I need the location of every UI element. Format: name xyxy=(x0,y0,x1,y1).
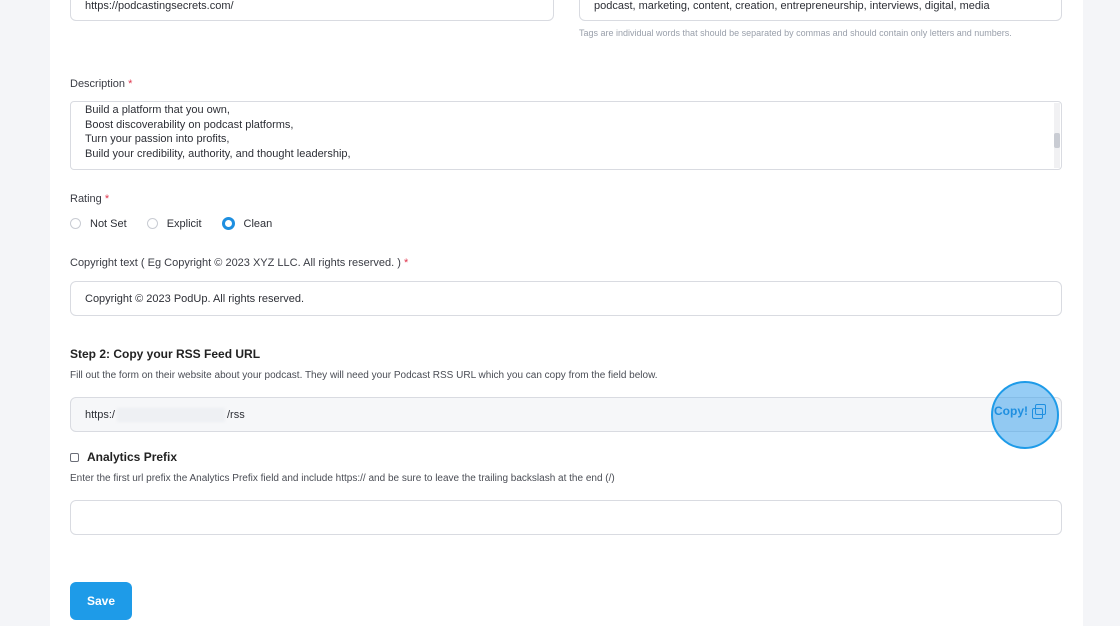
copy-icon xyxy=(1032,404,1046,419)
redacted-region xyxy=(116,407,225,422)
tags-hint: Tags are individual words that should be… xyxy=(579,28,1012,38)
website-url-value: https://podcastingsecrets.com/ xyxy=(85,0,234,12)
textarea-scrollbar[interactable] xyxy=(1054,103,1060,168)
required-mark: * xyxy=(403,257,409,269)
rating-label: Rating * xyxy=(70,193,109,205)
tags-input[interactable]: podcast, marketing, content, creation, e… xyxy=(579,0,1062,21)
analytics-checkbox[interactable] xyxy=(70,452,79,462)
analytics-prefix-toggle[interactable]: Analytics Prefix xyxy=(70,450,177,464)
description-label: Description * xyxy=(70,78,132,90)
radio-label: Not Set xyxy=(90,217,127,230)
radio-label: Clean xyxy=(243,217,273,230)
description-line: Turn your passion into profits, xyxy=(85,133,230,145)
description-label-text: Description xyxy=(70,78,126,90)
rating-radio-group: Not Set Explicit Clean xyxy=(70,217,292,230)
copyright-value: Copyright © 2023 PodUp. All rights reser… xyxy=(85,292,305,305)
rating-radio-not-set[interactable]: Not Set xyxy=(70,218,127,230)
analytics-prefix-input[interactable] xyxy=(70,500,1062,535)
radio-circle-icon[interactable] xyxy=(146,218,158,229)
rss-url-suffix: /rss xyxy=(226,408,245,421)
copy-label: Copy! xyxy=(994,404,1028,418)
copyright-label: Copyright text ( Eg Copyright © 2023 XYZ… xyxy=(70,257,408,269)
radio-circle-icon[interactable] xyxy=(70,218,81,229)
copy-rss-button[interactable]: Copy! xyxy=(994,404,1046,419)
analytics-prefix-label: Analytics Prefix xyxy=(87,450,178,464)
website-url-input[interactable]: https://podcastingsecrets.com/ xyxy=(70,0,554,21)
rating-radio-clean[interactable]: Clean xyxy=(221,217,273,230)
description-line: Boost discoverability on podcast platfor… xyxy=(85,118,294,131)
description-textarea[interactable]: Build a platform that you own, Boost dis… xyxy=(70,101,1062,170)
copyright-label-text: Copyright text ( Eg Copyright © 2023 XYZ… xyxy=(70,257,401,269)
required-mark: * xyxy=(104,193,110,205)
tags-value: podcast, marketing, content, creation, e… xyxy=(594,0,990,12)
description-line: Build your credibility, authority, and t… xyxy=(85,147,351,160)
scrollbar-thumb[interactable] xyxy=(1054,133,1060,148)
step2-title: Step 2: Copy your RSS Feed URL xyxy=(70,347,261,361)
step2-subtitle: Fill out the form on their website about… xyxy=(70,370,658,381)
description-text: Build a platform that you own, Boost dis… xyxy=(85,103,1047,161)
settings-card: https://podcastingsecrets.com/ podcast, … xyxy=(50,0,1083,626)
rating-radio-explicit[interactable]: Explicit xyxy=(146,217,202,230)
analytics-prefix-hint: Enter the first url prefix the Analytics… xyxy=(70,473,615,484)
radio-selected-icon[interactable] xyxy=(221,217,235,230)
save-button[interactable]: Save xyxy=(70,582,132,620)
rating-label-text: Rating xyxy=(70,193,102,205)
rss-url-prefix: https:/ xyxy=(85,408,115,421)
copyright-input[interactable]: Copyright © 2023 PodUp. All rights reser… xyxy=(70,281,1062,316)
rss-url-field[interactable]: https:/ /rss xyxy=(70,397,1062,432)
radio-label: Explicit xyxy=(166,217,202,230)
required-mark: * xyxy=(128,78,133,90)
description-line: Build a platform that you own, xyxy=(85,104,230,116)
